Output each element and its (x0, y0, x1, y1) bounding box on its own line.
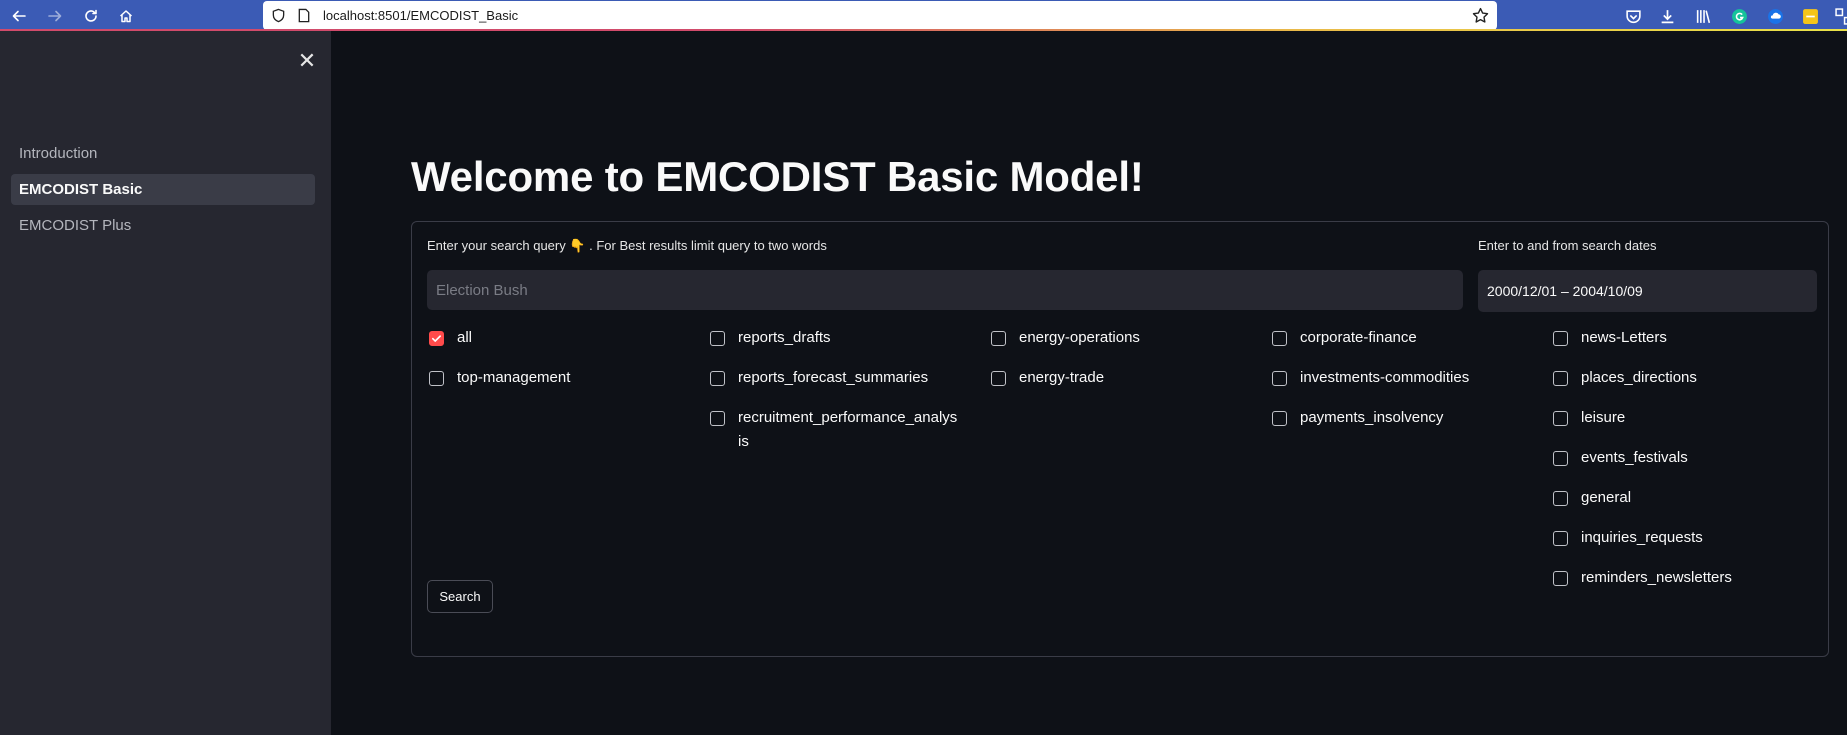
category-checkbox-leisure[interactable]: leisure (1553, 409, 1626, 428)
checkbox-label: general (1581, 489, 1632, 506)
sidebar-item-introduction[interactable]: Introduction (11, 138, 315, 169)
checkbox-label: reports_forecast_summaries (738, 369, 929, 386)
category-checkbox-payments-insolvency[interactable]: payments_insolvency (1272, 409, 1444, 428)
back-icon[interactable] (8, 5, 30, 27)
checkbox-box[interactable] (710, 411, 725, 426)
pocket-icon[interactable] (1623, 6, 1643, 26)
bookmark-star-icon[interactable] (1472, 7, 1489, 24)
extension-cloud-icon[interactable] (1765, 6, 1785, 26)
shield-icon[interactable] (271, 8, 286, 23)
checkbox-checked-icon[interactable] (429, 331, 444, 346)
category-checkbox-investments-commodities[interactable]: investments-commodities (1272, 369, 1470, 388)
checkbox-label: leisure (1581, 409, 1626, 426)
checkbox-box[interactable] (710, 371, 725, 386)
home-icon[interactable] (115, 5, 137, 27)
category-checkbox-reports-drafts[interactable]: reports_drafts (710, 329, 831, 348)
checkbox-box[interactable] (1272, 411, 1287, 426)
category-checkbox-places-directions[interactable]: places_directions (1553, 369, 1697, 388)
checkbox-label: recruitment_performance_analysis (738, 409, 958, 450)
checkbox-label: top-management (457, 369, 571, 386)
sidebar-item-emcodist-plus[interactable]: EMCODIST Plus (11, 210, 315, 241)
checkbox-box[interactable] (991, 331, 1006, 346)
category-checkbox-reports-forecast-summaries[interactable]: reports_forecast_summaries (710, 369, 929, 388)
checkbox-label: news-Letters (1581, 329, 1667, 346)
checkbox-label: events_festivals (1581, 449, 1688, 466)
sidebar: ✕ Introduction EMCODIST Basic EMCODIST P… (0, 31, 331, 735)
search-button[interactable]: Search (427, 580, 493, 613)
main-content: Welcome to EMCODIST Basic Model! Enter y… (331, 31, 1847, 735)
page-icon[interactable] (297, 8, 311, 23)
category-checkbox-news-letters[interactable]: news-Letters (1553, 329, 1667, 348)
checkbox-box[interactable] (1553, 571, 1568, 586)
url-text[interactable]: localhost:8501/EMCODIST_Basic (323, 8, 518, 23)
search-input[interactable]: Election Bush (427, 270, 1463, 310)
close-sidebar-icon[interactable]: ✕ (297, 50, 317, 72)
checkbox-label: energy-operations (1019, 329, 1140, 346)
search-form: Enter your search query 👇 . For Best res… (411, 221, 1829, 657)
page-title: Welcome to EMCODIST Basic Model! (411, 153, 1144, 200)
category-checkbox-top-management[interactable]: top-management (429, 369, 571, 388)
category-checkbox-events-festivals[interactable]: events_festivals (1553, 449, 1688, 468)
checkbox-label: energy-trade (1019, 369, 1105, 386)
category-checkbox-inquiries-requests[interactable]: inquiries_requests (1553, 529, 1703, 548)
checkbox-label: all (457, 329, 473, 346)
checkbox-label: reports_drafts (738, 329, 831, 346)
checkbox-box[interactable] (1553, 411, 1568, 426)
date-range-input[interactable]: 2000/12/01 – 2004/10/09 (1478, 270, 1817, 312)
address-bar[interactable]: localhost:8501/EMCODIST_Basic (263, 1, 1497, 30)
library-icon[interactable] (1693, 6, 1713, 26)
category-checkbox-all[interactable]: all (429, 329, 473, 348)
sidebar-nav: Introduction EMCODIST Basic EMCODIST Plu… (11, 138, 315, 246)
grammarly-icon[interactable] (1729, 6, 1749, 26)
category-checkbox-energy-trade[interactable]: energy-trade (991, 369, 1105, 388)
checkbox-box[interactable] (1272, 371, 1287, 386)
checkbox-label: places_directions (1581, 369, 1697, 386)
checkbox-box[interactable] (1553, 451, 1568, 466)
checkbox-label: inquiries_requests (1581, 529, 1703, 546)
extensions-menu-icon[interactable] (1833, 6, 1847, 26)
checkbox-label: payments_insolvency (1300, 409, 1444, 426)
browser-toolbar: localhost:8501/EMCODIST_Basic (0, 0, 1847, 31)
checkbox-label: investments-commodities (1300, 369, 1470, 386)
category-checkbox-corporate-finance[interactable]: corporate-finance (1272, 329, 1417, 348)
date-label: Enter to and from search dates (1478, 238, 1657, 253)
checkbox-box[interactable] (1272, 331, 1287, 346)
checkbox-label: corporate-finance (1300, 329, 1417, 346)
checkbox-box[interactable] (1553, 531, 1568, 546)
extension-yellow-icon[interactable] (1800, 6, 1820, 26)
checkbox-label: reminders_newsletters (1581, 569, 1732, 586)
forward-icon[interactable] (44, 5, 66, 27)
category-checkbox-recruitment-performance-analysis[interactable]: recruitment_performance_analysis (710, 409, 960, 454)
query-label: Enter your search query 👇 . For Best res… (427, 238, 827, 253)
checkbox-box[interactable] (1553, 371, 1568, 386)
checkbox-box[interactable] (1553, 491, 1568, 506)
checkbox-box[interactable] (1553, 331, 1568, 346)
reload-icon[interactable] (80, 5, 102, 27)
category-checkbox-general[interactable]: general (1553, 489, 1632, 508)
checkbox-box[interactable] (991, 371, 1006, 386)
sidebar-item-emcodist-basic[interactable]: EMCODIST Basic (11, 174, 315, 205)
category-checkbox-reminders-newsletters[interactable]: reminders_newsletters (1553, 569, 1732, 588)
checkbox-box[interactable] (710, 331, 725, 346)
category-checkbox-energy-operations[interactable]: energy-operations (991, 329, 1140, 348)
checkbox-box[interactable] (429, 371, 444, 386)
download-icon[interactable] (1657, 6, 1677, 26)
